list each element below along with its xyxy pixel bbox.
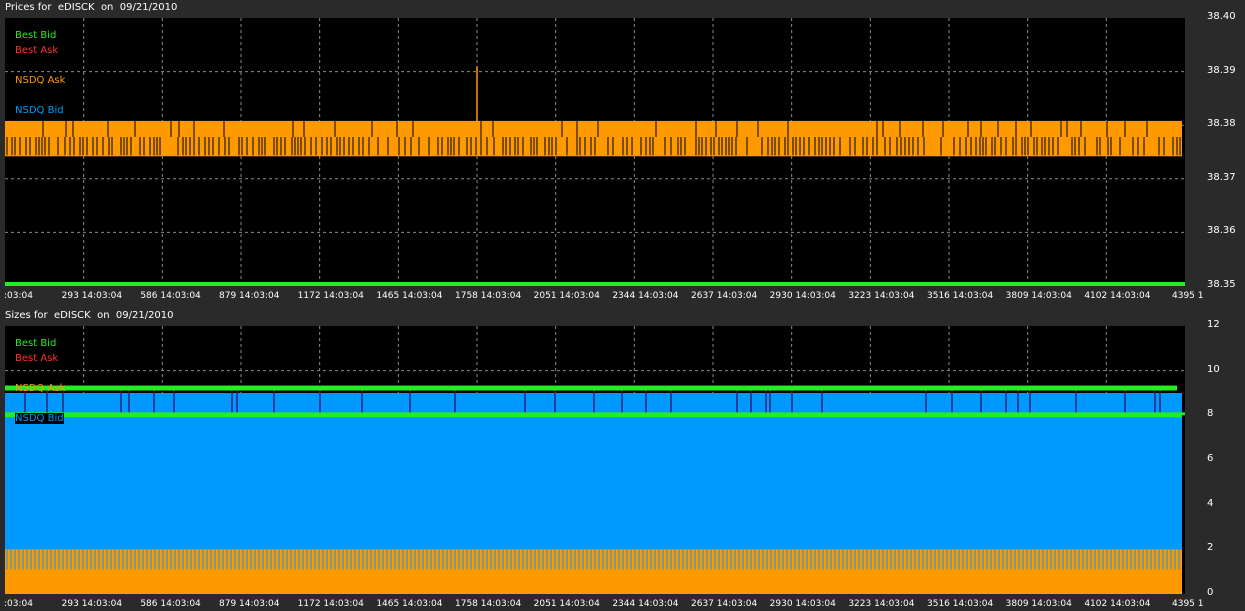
x-tick-label: 3516 14:03:04 (927, 599, 994, 609)
x-tick-label: 2930 14:03:04 (769, 291, 836, 301)
x-tick-label: 4395 1 (1172, 599, 1204, 609)
legend-nsdq-ask: NSDQ Ask (15, 75, 66, 86)
prices-plot-area (5, 18, 1185, 286)
x-tick-label: 1758 14:03:04 (455, 291, 522, 301)
y-tick-label: 8 (1207, 408, 1214, 420)
legend-best-ask: Best Ask (15, 45, 59, 56)
legend-best-bid: Best Bid (15, 30, 57, 41)
x-tick-label: 1172 14:03:04 (297, 599, 364, 609)
x-tick-label: 3223 14:03:04 (848, 599, 915, 609)
y-tick-label: 4 (1207, 497, 1214, 509)
x-tick-label: 2637 14:03:04 (691, 599, 758, 609)
y-tick-label: 12 (1207, 319, 1220, 330)
x-tick-label: 2930 14:03:04 (769, 599, 836, 609)
x-tick-label: 293 14:03:04 (61, 599, 123, 609)
legend-best-bid: Best Bid (15, 338, 57, 349)
y-tick-label: 38.37 (1207, 171, 1236, 183)
y-tick-label: 10 (1207, 363, 1220, 375)
y-tick-label: 38.40 (1207, 11, 1236, 22)
y-tick-label: 38.36 (1207, 225, 1236, 237)
y-tick-label: 6 (1207, 453, 1214, 464)
x-tick-label: 3809 14:03:04 (1005, 599, 1072, 609)
nsdq-ask-area (5, 549, 1182, 594)
sizes-plot-area (5, 326, 1185, 594)
legend-nsdq-ask: NSDQ Ask (15, 383, 66, 394)
prices-title: Prices for eDISCK on 09/21/2010 (5, 2, 178, 13)
x-tick-label: 4102 14:03:04 (1084, 599, 1151, 609)
x-tick-label: :03:04 (4, 599, 33, 609)
prices-svg (5, 18, 1185, 286)
x-tick-label: 879 14:03:04 (219, 599, 280, 609)
legend-best-ask: Best Ask (15, 353, 59, 364)
x-tick-label: 879 14:03:04 (219, 291, 280, 301)
legend-nsdq-bid: NSDQ Bid (15, 413, 64, 424)
x-tick-label: 2637 14:03:04 (691, 291, 758, 301)
x-tick-label: 3809 14:03:04 (1005, 291, 1072, 301)
x-tick-label: :03:04 (4, 291, 33, 301)
x-tick-label: 2051 14:03:04 (533, 291, 600, 301)
x-tick-label: 1758 14:03:04 (455, 599, 522, 609)
best-bid-line (5, 282, 1185, 286)
x-tick-label: 4102 14:03:04 (1084, 291, 1151, 301)
sizes-svg (5, 326, 1185, 594)
y-tick-label: 38.35 (1207, 279, 1236, 290)
y-tick-label: 38.39 (1207, 64, 1236, 76)
x-tick-label: 2344 14:03:04 (612, 291, 679, 301)
x-tick-label: 3516 14:03:04 (927, 291, 994, 301)
x-tick-label: 2051 14:03:04 (533, 599, 600, 609)
x-tick-label: 586 14:03:04 (140, 291, 201, 301)
prices-panel: Prices for eDISCK on 09/21/2010 Best Bid… (0, 0, 1245, 305)
best-bid-upper-band (5, 385, 1177, 391)
y-tick-label: 0 (1207, 587, 1214, 598)
x-tick-label: 1172 14:03:04 (297, 291, 364, 301)
y-tick-label: 2 (1207, 542, 1214, 554)
x-tick-label: 4395 1 (1172, 291, 1204, 301)
x-tick-label: 1465 14:03:04 (376, 291, 443, 301)
best-bid-lower-band (5, 412, 1185, 418)
x-tick-label: 1465 14:03:04 (376, 599, 443, 609)
x-tick-label: 586 14:03:04 (140, 599, 201, 609)
sizes-panel: Sizes for eDISCK on 09/21/2010 Best Bid … (0, 308, 1245, 611)
legend-nsdq-bid: NSDQ Bid (15, 105, 64, 116)
y-tick-label: 38.38 (1207, 118, 1236, 130)
nsdq-ask-band (5, 120, 1182, 157)
sizes-title: Sizes for eDISCK on 09/21/2010 (5, 310, 174, 321)
x-tick-label: 293 14:03:04 (61, 291, 123, 301)
x-tick-label: 2344 14:03:04 (612, 599, 679, 609)
edge-bar (1182, 415, 1185, 594)
x-tick-label: 3223 14:03:04 (848, 291, 915, 301)
